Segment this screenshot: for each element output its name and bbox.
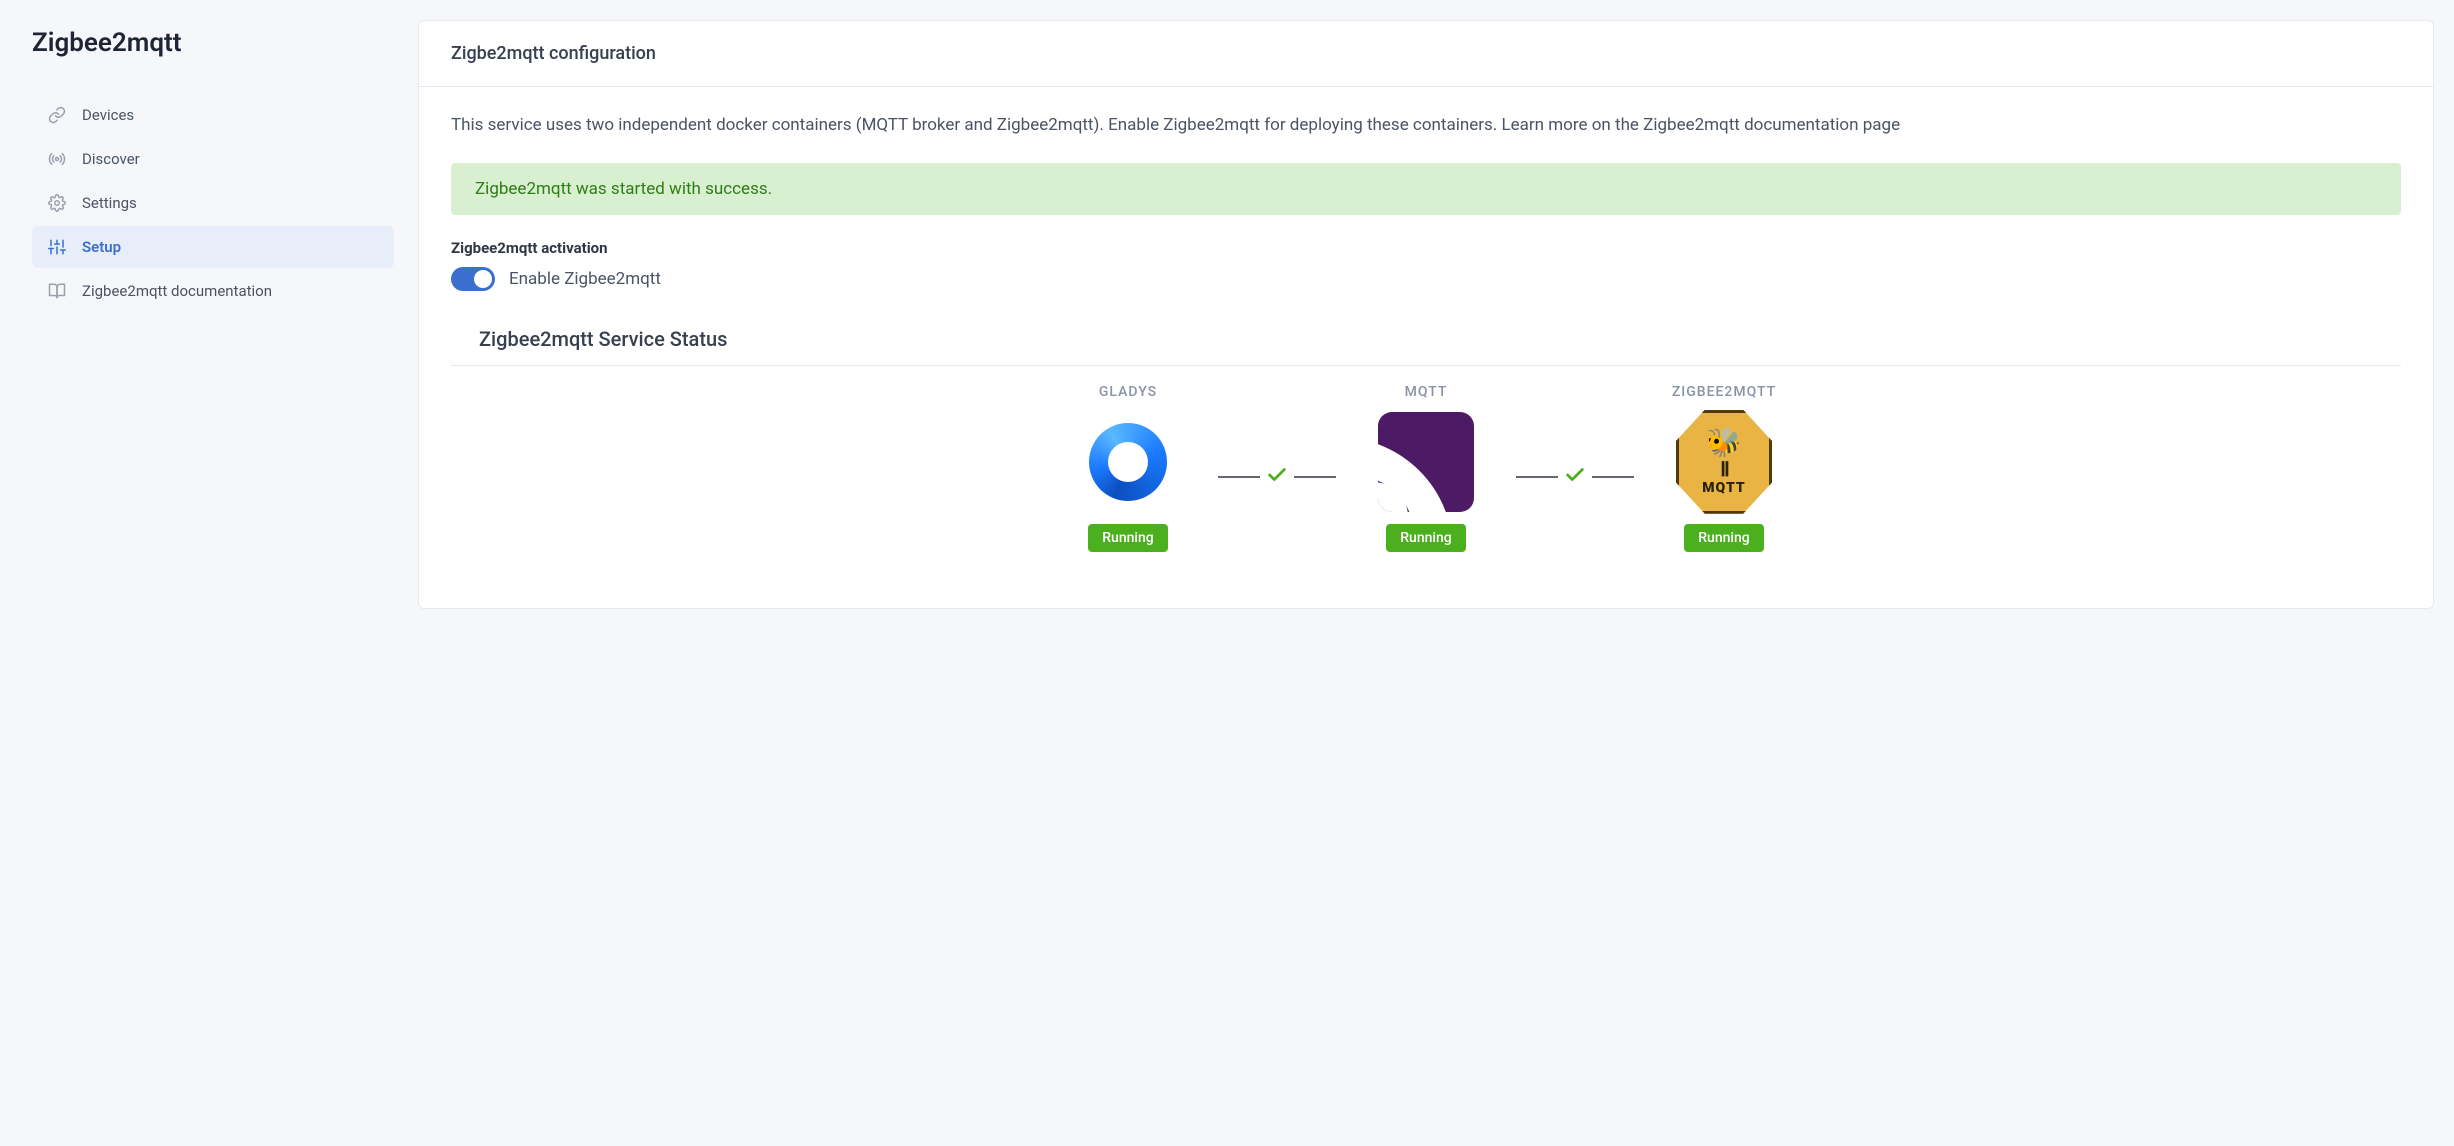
mqtt-logo — [1378, 414, 1474, 510]
sidebar-item-label: Devices — [82, 106, 134, 124]
sidebar: Zigbee2mqtt Devices Discover Settings — [0, 0, 410, 1146]
main-content: Zigbe2mqtt configuration This service us… — [410, 0, 2454, 1146]
connector-line — [1218, 476, 1260, 478]
sidebar-item-settings[interactable]: Settings — [32, 182, 394, 224]
service-mqtt: MQTT Running — [1336, 384, 1516, 552]
check-icon — [1564, 464, 1586, 490]
bee-icon: 🐝 — [1707, 429, 1742, 457]
sidebar-item-discover[interactable]: Discover — [32, 138, 394, 180]
sidebar-title: Zigbee2mqtt — [32, 28, 394, 58]
gladys-logo — [1080, 414, 1176, 510]
sidebar-item-devices[interactable]: Devices — [32, 94, 394, 136]
activation-section-label: Zigbee2mqtt activation — [451, 239, 2401, 257]
intro-text: This service uses two independent docker… — [451, 111, 2401, 141]
status-badge: Running — [1088, 524, 1167, 552]
sidebar-item-label: Discover — [82, 150, 140, 168]
status-card: GLADYS Running — [451, 365, 2401, 564]
sidebar-nav: Devices Discover Settings Setup — [32, 94, 394, 312]
sidebar-item-label: Setup — [82, 238, 121, 256]
link-icon — [48, 106, 66, 124]
sidebar-item-documentation[interactable]: Zigbee2mqtt documentation — [32, 270, 394, 312]
sidebar-item-label: Settings — [82, 194, 137, 212]
enable-toggle-label: Enable Zigbee2mqtt — [509, 269, 661, 289]
service-name: ZIGBEE2MQTT — [1672, 384, 1776, 400]
success-alert: Zigbee2mqtt was started with success. — [451, 163, 2401, 215]
status-badge: Running — [1386, 524, 1465, 552]
status-title: Zigbee2mqtt Service Status — [479, 327, 2401, 351]
broadcast-icon — [48, 150, 66, 168]
connector — [1218, 446, 1336, 490]
check-icon — [1266, 464, 1288, 490]
sidebar-item-label: Zigbee2mqtt documentation — [82, 282, 272, 300]
connector — [1516, 446, 1634, 490]
sliders-icon — [48, 238, 66, 256]
connector-line — [1294, 476, 1336, 478]
toggle-knob — [474, 270, 492, 288]
service-name: MQTT — [1405, 384, 1448, 400]
service-zigbee2mqtt: ZIGBEE2MQTT 🐝 ⵏⵏ MQTT Running — [1634, 384, 1814, 552]
enable-toggle[interactable] — [451, 267, 495, 291]
card-title: Zigbe2mqtt configuration — [451, 43, 2401, 64]
config-card: Zigbe2mqtt configuration This service us… — [418, 20, 2434, 609]
sidebar-item-setup[interactable]: Setup — [32, 226, 394, 268]
book-icon — [48, 282, 66, 300]
gear-icon — [48, 194, 66, 212]
connector-line — [1592, 476, 1634, 478]
card-header: Zigbe2mqtt configuration — [419, 21, 2433, 87]
connector-line — [1516, 476, 1558, 478]
status-badge: Running — [1684, 524, 1763, 552]
service-name: GLADYS — [1099, 384, 1157, 400]
zigbee2mqtt-logo: 🐝 ⵏⵏ MQTT — [1676, 414, 1772, 510]
service-gladys: GLADYS Running — [1038, 384, 1218, 552]
